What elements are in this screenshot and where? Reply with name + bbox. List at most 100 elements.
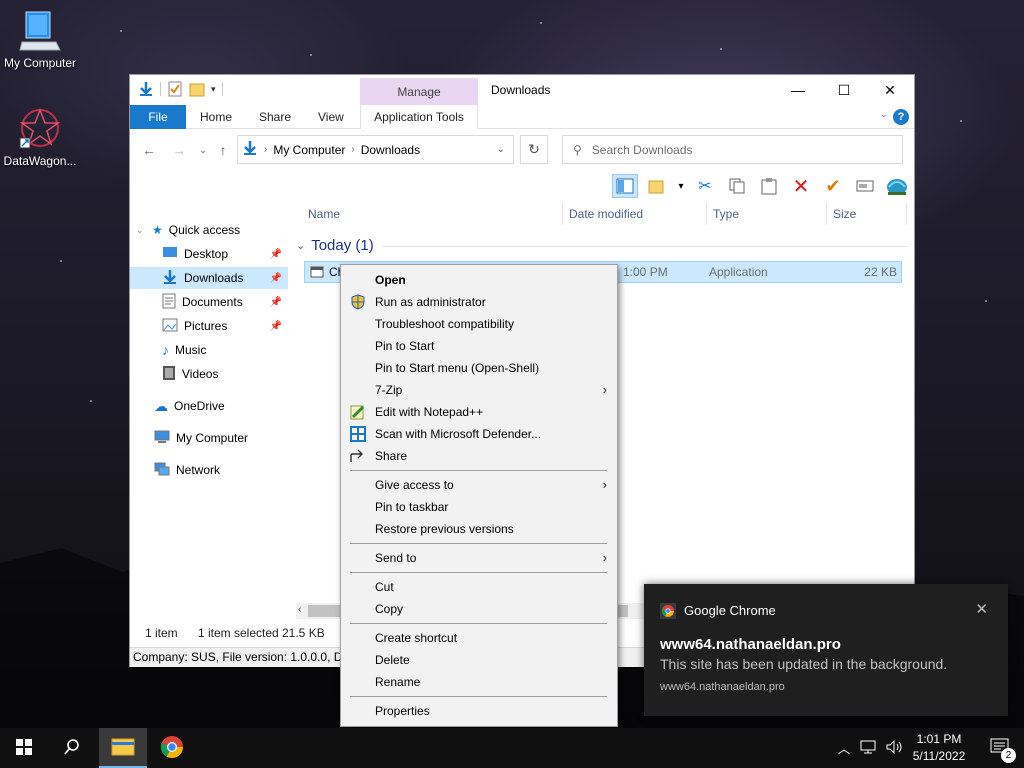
menu-item-send-to[interactable]: Send to › bbox=[341, 547, 617, 569]
menu-item-pin-to-taskbar[interactable]: Pin to taskbar bbox=[341, 496, 617, 518]
nav-my-computer[interactable]: My Computer bbox=[130, 427, 288, 449]
nav-item-videos[interactable]: Videos bbox=[130, 363, 288, 385]
desktop-icon-my-computer[interactable]: My Computer bbox=[0, 8, 80, 70]
clock[interactable]: 1:01 PM 5/11/2022 bbox=[900, 731, 978, 765]
forward-button[interactable]: → bbox=[168, 139, 190, 161]
menu-item-troubleshoot[interactable]: Troubleshoot compatibility bbox=[341, 313, 617, 335]
breadcrumb-my-computer[interactable]: My Computer bbox=[273, 143, 345, 157]
menu-item-cut[interactable]: Cut bbox=[341, 576, 617, 598]
chrome-notification[interactable]: Google Chrome ✕ www64.nathanaeldan.pro T… bbox=[644, 584, 1008, 716]
search-button[interactable] bbox=[48, 728, 96, 768]
datawagon-logo-icon bbox=[18, 106, 62, 150]
new-folder-icon[interactable] bbox=[189, 81, 205, 97]
network-icon[interactable] bbox=[860, 740, 876, 757]
menu-item-pin-to-start[interactable]: Pin to Start bbox=[341, 335, 617, 357]
new-item-dropdown-icon[interactable]: ▾ bbox=[676, 174, 686, 198]
star bbox=[985, 300, 987, 302]
music-icon: ♪ bbox=[162, 342, 169, 358]
ribbon-tabs: File Home Share View Application Tools bbox=[130, 105, 914, 129]
nav-network[interactable]: Network bbox=[130, 459, 288, 481]
show-hidden-icons-chevron-up-icon[interactable]: ︿ bbox=[838, 740, 850, 757]
menu-item-share[interactable]: Share bbox=[341, 445, 617, 467]
menu-item-edit-notepad[interactable]: Edit with Notepad++ bbox=[341, 401, 617, 423]
star bbox=[90, 400, 92, 402]
globe-shell-icon[interactable] bbox=[884, 174, 910, 198]
breadcrumb-downloads[interactable]: Downloads bbox=[361, 143, 420, 157]
rename-icon[interactable] bbox=[852, 174, 878, 198]
menu-item-delete[interactable]: Delete bbox=[341, 649, 617, 671]
start-button[interactable] bbox=[0, 728, 48, 768]
menu-item-run-as-administrator[interactable]: Run as administrator bbox=[341, 291, 617, 313]
paste-icon[interactable] bbox=[756, 174, 782, 198]
menu-item-rename[interactable]: Rename bbox=[341, 671, 617, 693]
window-title: Downloads bbox=[491, 83, 551, 97]
nav-label: Downloads bbox=[184, 271, 244, 285]
nav-onedrive[interactable]: ☁ OneDrive bbox=[130, 395, 288, 417]
close-button[interactable]: ✕ bbox=[867, 75, 913, 105]
help-icon[interactable]: ? bbox=[893, 109, 909, 125]
tab-view[interactable]: View bbox=[304, 105, 358, 129]
menu-item-restore-previous[interactable]: Restore previous versions bbox=[341, 518, 617, 540]
desktop-icon-datawagon[interactable]: DataWagon... bbox=[0, 106, 80, 168]
delete-icon[interactable]: ✕ bbox=[788, 174, 814, 198]
nav-item-downloads[interactable]: Downloads 📌 bbox=[130, 267, 288, 289]
menu-label: Rename bbox=[375, 675, 421, 689]
column-header-date[interactable]: Date modified bbox=[569, 207, 643, 221]
menu-item-properties[interactable]: Properties bbox=[341, 700, 617, 722]
menu-item-give-access[interactable]: Give access to › bbox=[341, 474, 617, 496]
menu-separator bbox=[350, 470, 607, 471]
menu-item-create-shortcut[interactable]: Create shortcut bbox=[341, 627, 617, 649]
chevron-down-icon: ⌄ bbox=[136, 224, 144, 235]
minimize-button[interactable]: — bbox=[775, 75, 821, 105]
nav-item-documents[interactable]: Documents 📌 bbox=[130, 291, 288, 313]
star bbox=[540, 22, 542, 24]
customize-qat-icon[interactable]: ▾ bbox=[211, 84, 216, 95]
notification-close-button[interactable]: ✕ bbox=[975, 600, 988, 618]
maximize-icon: ☐ bbox=[837, 81, 851, 98]
menu-item-scan-defender[interactable]: Scan with Microsoft Defender... bbox=[341, 423, 617, 445]
refresh-button[interactable]: ↻ bbox=[520, 135, 548, 164]
taskbar-chrome[interactable] bbox=[148, 728, 196, 768]
search-input[interactable]: Search Downloads bbox=[592, 143, 693, 157]
notepad-plus-plus-icon bbox=[350, 404, 366, 420]
copy-icon[interactable] bbox=[724, 174, 750, 198]
recent-locations-button[interactable]: ⌄ bbox=[192, 139, 214, 161]
cut-icon[interactable]: ✂ bbox=[692, 174, 718, 198]
menu-separator bbox=[350, 572, 607, 573]
maximize-button[interactable]: ☐ bbox=[821, 75, 867, 105]
column-header-size[interactable]: Size bbox=[833, 207, 856, 221]
tab-file[interactable]: File bbox=[130, 105, 186, 129]
column-header-type[interactable]: Type bbox=[713, 207, 739, 221]
menu-item-7zip[interactable]: 7-Zip › bbox=[341, 379, 617, 401]
folder-icon bbox=[111, 736, 135, 759]
tab-share[interactable]: Share bbox=[245, 105, 305, 129]
nav-item-desktop[interactable]: Desktop 📌 bbox=[130, 243, 288, 265]
up-button[interactable]: ↑ bbox=[212, 139, 234, 161]
collapse-ribbon-icon[interactable]: ⌄ bbox=[880, 109, 888, 120]
action-center-button[interactable]: 2 bbox=[976, 728, 1024, 768]
nav-quick-access[interactable]: ⌄ ★ Quick access bbox=[130, 219, 288, 241]
menu-item-open[interactable]: Open bbox=[341, 269, 617, 291]
checkmark-icon[interactable]: ✔ bbox=[820, 174, 846, 198]
properties-icon[interactable] bbox=[167, 81, 183, 97]
star bbox=[720, 48, 722, 50]
preview-pane-icon[interactable] bbox=[612, 174, 638, 198]
address-bar[interactable]: › My Computer › Downloads ⌄ bbox=[237, 135, 514, 164]
menu-item-pin-to-start-open-shell[interactable]: Pin to Start menu (Open-Shell) bbox=[341, 357, 617, 379]
taskbar-file-explorer[interactable] bbox=[99, 728, 147, 768]
menu-separator bbox=[350, 696, 607, 697]
search-box[interactable]: ⚲ Search Downloads bbox=[562, 135, 903, 164]
group-header-today[interactable]: ⌄ Today (1) bbox=[296, 237, 374, 254]
nav-item-music[interactable]: ♪ Music bbox=[130, 339, 288, 361]
menu-item-copy[interactable]: Copy bbox=[341, 598, 617, 620]
back-button[interactable]: ← bbox=[138, 139, 160, 161]
new-item-icon[interactable] bbox=[644, 174, 670, 198]
tab-application-tools[interactable]: Application Tools bbox=[360, 105, 478, 129]
address-dropdown-icon[interactable]: ⌄ bbox=[497, 144, 505, 155]
column-header-name[interactable]: Name bbox=[308, 207, 340, 221]
scroll-left-icon[interactable]: ‹ bbox=[298, 604, 301, 615]
tab-home[interactable]: Home bbox=[186, 105, 246, 129]
column-divider bbox=[826, 203, 827, 225]
desktop-icon-label: DataWagon... bbox=[3, 154, 77, 168]
nav-item-pictures[interactable]: Pictures 📌 bbox=[130, 315, 288, 337]
